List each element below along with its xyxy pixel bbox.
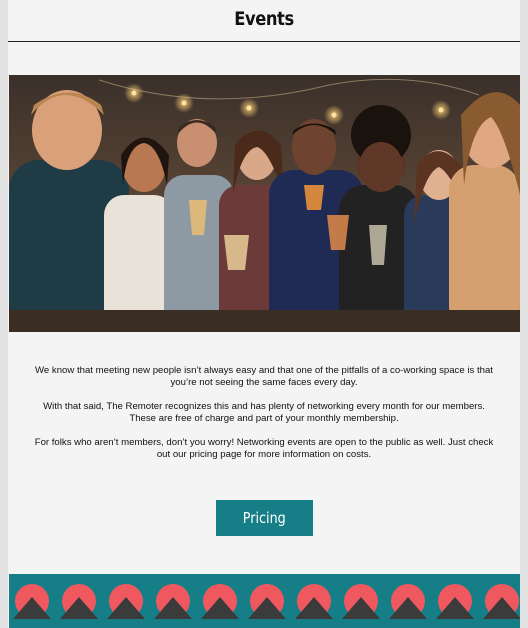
pricing-button-label: Pricing bbox=[243, 509, 286, 527]
footer-pattern bbox=[9, 574, 520, 628]
hero-image bbox=[9, 75, 520, 332]
circle-triangle-pattern-icon bbox=[13, 584, 520, 619]
pricing-button[interactable]: Pricing bbox=[216, 500, 313, 536]
page-header: Events bbox=[8, 0, 520, 42]
networking-paragraph: With that said, The Remoter recognizes t… bbox=[43, 401, 485, 424]
group-party-photo-icon bbox=[9, 75, 520, 332]
intro-paragraph: We know that meeting new people isn’t al… bbox=[35, 365, 493, 388]
page-title: Events bbox=[234, 8, 294, 30]
public-events-paragraph: For folks who aren’t members, don’t you … bbox=[34, 437, 494, 460]
